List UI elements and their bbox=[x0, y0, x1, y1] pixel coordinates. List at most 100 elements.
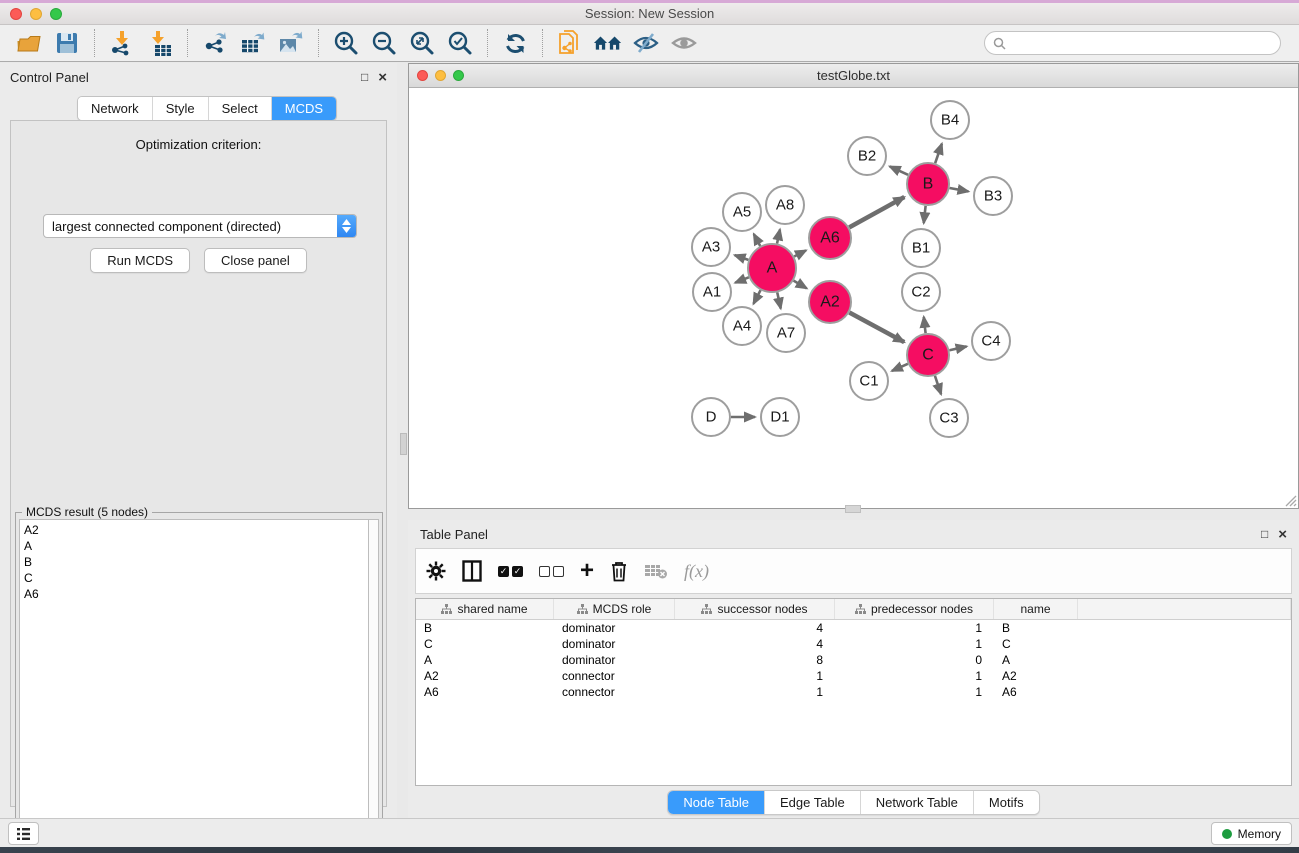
search-input[interactable] bbox=[1012, 36, 1272, 50]
delete-table-button[interactable] bbox=[644, 558, 668, 584]
graph-node-label: B3 bbox=[984, 188, 1002, 205]
tab-style[interactable]: Style bbox=[152, 97, 208, 120]
graph-node-label: A7 bbox=[777, 325, 795, 342]
vertical-splitter-grip[interactable] bbox=[400, 433, 407, 455]
result-item[interactable]: A2 bbox=[24, 522, 364, 538]
zoom-in-button[interactable] bbox=[331, 28, 361, 58]
graph-edge[interactable] bbox=[735, 277, 749, 282]
graph-node-label: A5 bbox=[733, 204, 751, 221]
delete-column-button[interactable] bbox=[610, 558, 628, 584]
table-row[interactable]: Bdominator41B bbox=[416, 620, 1291, 636]
add-column-button[interactable]: + bbox=[580, 558, 594, 584]
table-row[interactable]: A6connector11A6 bbox=[416, 684, 1291, 700]
result-item[interactable]: B bbox=[24, 554, 364, 570]
table-cell: dominator bbox=[554, 652, 675, 668]
import-table-button[interactable] bbox=[145, 28, 175, 58]
home-views-button[interactable] bbox=[593, 28, 623, 58]
export-image-button[interactable] bbox=[276, 28, 306, 58]
zoom-out-button[interactable] bbox=[369, 28, 399, 58]
table-row[interactable]: Adominator80A bbox=[416, 652, 1291, 668]
refresh-layout-button[interactable] bbox=[500, 28, 530, 58]
graph-edge[interactable] bbox=[892, 364, 908, 371]
column-header[interactable]: shared name bbox=[416, 599, 554, 619]
toolbar-separator bbox=[542, 29, 543, 57]
table-cell: A6 bbox=[994, 684, 1078, 700]
export-network-button[interactable] bbox=[200, 28, 230, 58]
result-scrollbar[interactable] bbox=[368, 519, 379, 853]
graph-edge[interactable] bbox=[935, 376, 941, 394]
import-network-button[interactable] bbox=[107, 28, 137, 58]
horizontal-splitter-grip[interactable] bbox=[845, 505, 861, 513]
close-panel-icon[interactable]: × bbox=[378, 70, 387, 85]
column-header[interactable]: predecessor nodes bbox=[835, 599, 994, 619]
tab-network-table[interactable]: Network Table bbox=[860, 791, 973, 814]
open-session-button[interactable] bbox=[14, 28, 44, 58]
tab-network[interactable]: Network bbox=[78, 97, 152, 120]
graph-edge[interactable] bbox=[950, 188, 969, 191]
column-header[interactable]: successor nodes bbox=[675, 599, 835, 619]
result-item[interactable]: A bbox=[24, 538, 364, 554]
table-row[interactable]: A2connector11A2 bbox=[416, 668, 1291, 684]
graph-edge[interactable] bbox=[924, 206, 926, 223]
close-panel-button[interactable]: Close panel bbox=[204, 248, 307, 273]
graph-edge[interactable] bbox=[777, 229, 780, 243]
result-item[interactable]: A6 bbox=[24, 586, 364, 602]
result-item[interactable]: C bbox=[24, 570, 364, 586]
float-panel-icon[interactable]: □ bbox=[361, 71, 368, 83]
search-icon bbox=[993, 37, 1006, 50]
zoom-in-icon bbox=[333, 30, 359, 56]
run-mcds-button[interactable]: Run MCDS bbox=[90, 248, 190, 273]
graph-edge[interactable] bbox=[753, 290, 760, 304]
memory-button[interactable]: Memory bbox=[1211, 822, 1292, 845]
graph-edge[interactable] bbox=[735, 255, 749, 260]
table-settings-button[interactable] bbox=[426, 558, 446, 584]
save-session-button[interactable] bbox=[52, 28, 82, 58]
graph-edge[interactable] bbox=[754, 234, 760, 246]
tab-node-table[interactable]: Node Table bbox=[668, 791, 764, 814]
clone-network-button[interactable] bbox=[555, 28, 585, 58]
tab-mcds[interactable]: MCDS bbox=[271, 97, 336, 120]
graph-edge[interactable] bbox=[924, 317, 926, 333]
table-row[interactable]: Cdominator41C bbox=[416, 636, 1291, 652]
tab-edge-table[interactable]: Edge Table bbox=[764, 791, 860, 814]
tab-motifs[interactable]: Motifs bbox=[973, 791, 1039, 814]
hide-panel-button[interactable] bbox=[631, 28, 661, 58]
import-table-icon bbox=[147, 30, 173, 56]
optimization-dropdown[interactable]: largest connected component (directed) bbox=[43, 214, 357, 238]
show-panel-button[interactable] bbox=[669, 28, 699, 58]
column-header[interactable]: name bbox=[994, 599, 1078, 619]
task-history-button[interactable] bbox=[8, 822, 39, 845]
export-table-button[interactable] bbox=[238, 28, 268, 58]
select-all-button[interactable]: ✓ ✓ bbox=[498, 558, 523, 584]
table-cell: A bbox=[994, 652, 1078, 668]
graph-edge[interactable] bbox=[849, 197, 904, 227]
show-columns-button[interactable] bbox=[462, 558, 482, 584]
toolbar-separator bbox=[187, 29, 188, 57]
zoom-fit-button[interactable] bbox=[407, 28, 437, 58]
search-box[interactable] bbox=[984, 31, 1281, 55]
table-cell: C bbox=[994, 636, 1078, 652]
zoom-selected-button[interactable] bbox=[445, 28, 475, 58]
window-resize-grip[interactable] bbox=[1283, 493, 1297, 507]
float-table-panel-icon[interactable]: □ bbox=[1261, 528, 1268, 540]
graph-edge[interactable] bbox=[935, 144, 942, 164]
graph-edge[interactable] bbox=[794, 281, 807, 289]
eye-icon bbox=[670, 31, 698, 55]
statusbar: Memory bbox=[0, 818, 1299, 847]
graph-edge[interactable] bbox=[849, 312, 904, 342]
graph-edge[interactable] bbox=[890, 166, 908, 174]
tab-select[interactable]: Select bbox=[208, 97, 271, 120]
function-builder-button[interactable]: f(x) bbox=[684, 558, 709, 584]
mcds-result-list[interactable]: A2ABCA6 bbox=[19, 519, 368, 853]
graph-edge[interactable] bbox=[794, 250, 806, 256]
column-header[interactable]: MCDS role bbox=[554, 599, 675, 619]
graph-edge[interactable] bbox=[949, 346, 966, 350]
graph-edge[interactable] bbox=[777, 292, 780, 308]
network-canvas[interactable]: AA6A2BCA5A8A3A1A4A7B2B4B3B1C2C4C1C3DD1 bbox=[409, 88, 1298, 508]
table-cell: A6 bbox=[416, 684, 554, 700]
close-table-panel-icon[interactable]: × bbox=[1278, 527, 1287, 542]
deselect-all-button[interactable] bbox=[539, 558, 564, 584]
control-panel-header: Control Panel □ × bbox=[0, 63, 397, 91]
desktop-background bbox=[0, 847, 1299, 853]
table-panel: Table Panel □ × bbox=[408, 520, 1299, 818]
